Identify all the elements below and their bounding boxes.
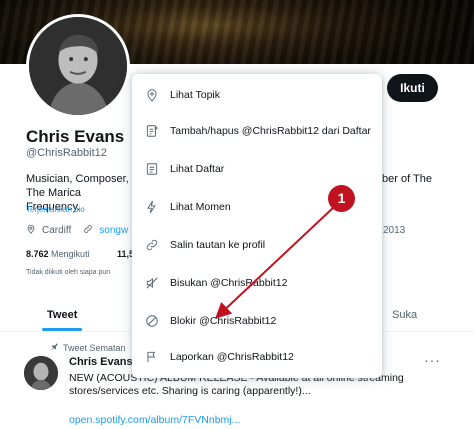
follow-button[interactable]: Ikuti [387, 74, 438, 102]
lightning-icon [144, 199, 160, 215]
flag-icon [144, 349, 160, 365]
menu-item-block[interactable]: Blokir @ChrisRabbit12 [132, 304, 382, 338]
mute-icon [144, 275, 160, 291]
topic-icon [144, 87, 160, 103]
link-icon [144, 237, 160, 253]
menu-item-add-remove-list[interactable]: Tambah/hapus @ChrisRabbit12 dari Daftar [132, 114, 382, 148]
annotation-badge: 1 [328, 185, 355, 212]
tab-likes[interactable]: Suka [392, 309, 417, 321]
link-icon [83, 224, 93, 237]
profile-avatar[interactable] [26, 14, 130, 118]
profile-handle: @ChrisRabbit12 [26, 147, 107, 159]
avatar-sketch-icon [29, 17, 127, 115]
location-icon [26, 224, 36, 237]
profile-meta: Cardiff songw [26, 224, 128, 237]
menu-item-view-lists[interactable]: Lihat Daftar [132, 152, 382, 186]
not-followed-text: Tidak diikuti oleh siapa pun [26, 269, 111, 276]
menu-item-mute[interactable]: Bisukan @ChrisRabbit12 [132, 266, 382, 300]
profile-website-link[interactable]: songw [99, 225, 128, 236]
menu-item-view-topics[interactable]: Lihat Topik [132, 78, 382, 112]
block-icon [144, 313, 160, 329]
tweet-avatar[interactable] [24, 356, 58, 390]
joined-year: 2013 [383, 225, 406, 236]
menu-item-report[interactable]: Laporkan @ChrisRabbit12 [132, 340, 382, 374]
menu-item-copy-link[interactable]: Salin tautan ke profil [132, 228, 382, 262]
location-text: Cardiff [42, 225, 72, 236]
tweet-link[interactable]: open.spotify.com/album/7FVNnbmj... [69, 414, 240, 426]
tab-active-indicator [42, 328, 82, 331]
tab-tweet[interactable]: Tweet [47, 309, 77, 321]
following-stat[interactable]: 8.762 Mengikuti [26, 249, 90, 259]
translate-bio-link[interactable]: Terjemahkan bio [26, 205, 85, 214]
profile-more-menu: Lihat Topik Tambah/hapus @ChrisRabbit12 … [132, 74, 382, 378]
profile-name: Chris Evans [26, 127, 125, 146]
pinned-tweet-label: Tweet Sematan [50, 342, 126, 353]
tweet-more-button[interactable]: ··· [424, 352, 441, 368]
profile-bio-continuation: ber of The [382, 173, 432, 185]
pin-icon [50, 342, 59, 353]
list-add-icon [144, 123, 160, 139]
list-icon [144, 161, 160, 177]
